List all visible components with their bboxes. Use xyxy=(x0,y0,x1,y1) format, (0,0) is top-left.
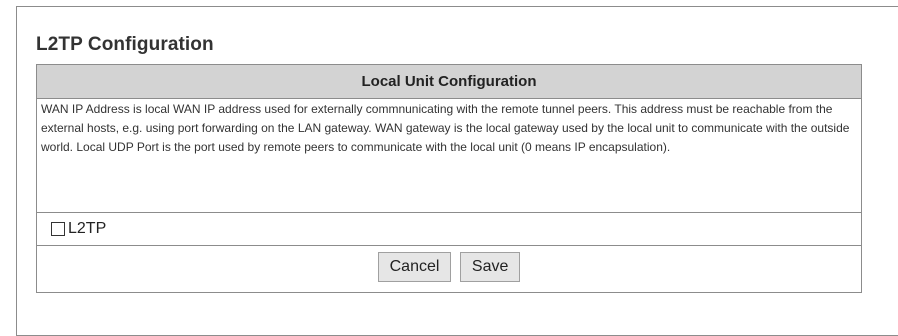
l2tp-checkbox-label[interactable]: L2TP xyxy=(68,220,106,238)
l2tp-checkbox-group[interactable]: L2TP xyxy=(37,213,861,245)
section-header-row: Local Unit Configuration xyxy=(36,64,862,99)
actions-row: Cancel Save xyxy=(36,245,862,293)
save-button[interactable]: Save xyxy=(459,252,521,282)
l2tp-toggle-row: L2TP xyxy=(36,212,862,246)
l2tp-checkbox[interactable] xyxy=(51,222,65,236)
cancel-button[interactable]: Cancel xyxy=(377,252,452,282)
section-header: Local Unit Configuration xyxy=(36,64,862,99)
local-unit-config-table: Local Unit Configuration WAN IP Address … xyxy=(36,64,862,293)
section-description: WAN IP Address is local WAN IP address u… xyxy=(36,98,862,213)
page-title: L2TP Configuration xyxy=(36,34,214,55)
description-row: WAN IP Address is local WAN IP address u… xyxy=(36,98,862,213)
